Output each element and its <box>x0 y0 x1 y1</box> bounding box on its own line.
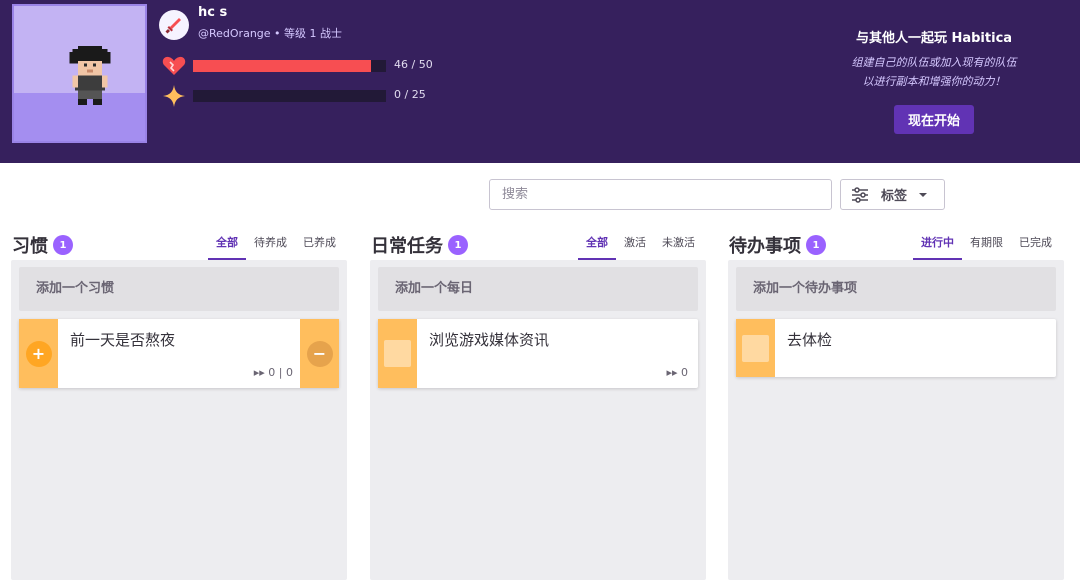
avatar-sprite <box>69 46 111 106</box>
tab-habits-weak[interactable]: 待养成 <box>246 235 295 260</box>
minus-icon[interactable]: − <box>306 340 333 367</box>
user-level-class: 等级 1 战士 <box>284 27 343 40</box>
tab-todos-active[interactable]: 进行中 <box>913 235 962 260</box>
dailies-filter-tabs: 全部 激活 未激活 <box>578 235 703 260</box>
add-habit-input[interactable]: 添加一个习惯 <box>19 267 339 311</box>
todos-title: 待办事项 1 <box>729 232 826 258</box>
experience-text: 0 / 25 <box>394 88 426 101</box>
sword-icon <box>159 10 189 40</box>
health-bar-fill <box>193 60 371 72</box>
column-title-text: 习惯 <box>12 236 48 257</box>
add-daily-input[interactable]: 添加一个每日 <box>378 267 698 311</box>
plus-icon[interactable]: + <box>25 340 52 367</box>
habit-counter: ▸▸ 0 | 0 <box>254 366 293 379</box>
daily-streak: ▸▸ 0 <box>666 366 688 379</box>
tab-todos-completed[interactable]: 已完成 <box>1011 235 1060 260</box>
tags-dropdown-button[interactable]: 标签 <box>840 179 945 210</box>
todo-checkbox-side[interactable] <box>736 319 775 377</box>
todo-text[interactable]: 去体检 <box>787 329 832 350</box>
health-text: 46 / 50 <box>394 58 433 71</box>
dailies-title: 日常任务 1 <box>371 232 468 258</box>
heart-icon <box>162 55 186 77</box>
todos-count-badge: 1 <box>806 235 826 255</box>
tab-habits-all[interactable]: 全部 <box>208 235 246 260</box>
tags-label: 标签 <box>881 189 908 204</box>
party-description-line: 以进行副本和增强你的动力！ <box>862 75 1006 88</box>
todos-column: 添加一个待办事项 去体检 <box>728 260 1064 580</box>
habit-minus-side[interactable]: − <box>300 319 339 388</box>
user-handle: @RedOrange <box>198 27 271 40</box>
filter-sliders-icon <box>852 186 868 203</box>
subline-separator: • <box>274 27 281 40</box>
health-bar <box>193 60 386 72</box>
chevron-down-icon <box>919 192 928 197</box>
tab-todos-scheduled[interactable]: 有期限 <box>962 235 1011 260</box>
user-subline: @RedOrange • 等级 1 战士 <box>198 25 342 41</box>
daily-text[interactable]: 浏览游戏媒体资讯 <box>429 329 549 350</box>
party-description: 组建自己的队伍或加入现有的队伍 以进行副本和增强你的动力！ <box>834 53 1034 91</box>
column-title-text: 日常任务 <box>371 236 443 257</box>
todo-card[interactable]: 去体检 <box>736 319 1056 377</box>
dailies-count-badge: 1 <box>448 235 468 255</box>
avatar[interactable] <box>12 4 147 143</box>
add-todo-input[interactable]: 添加一个待办事项 <box>736 267 1056 311</box>
habits-column: 添加一个习惯 + 前一天是否熬夜 ▸▸ 0 | 0 − <box>11 260 347 580</box>
todos-filter-tabs: 进行中 有期限 已完成 <box>913 235 1060 260</box>
habits-count-badge: 1 <box>53 235 73 255</box>
party-description-line: 组建自己的队伍或加入现有的队伍 <box>851 56 1017 69</box>
tab-habits-strong[interactable]: 已养成 <box>295 235 344 260</box>
fast-forward-icon: ▸▸ <box>666 366 678 379</box>
daily-streak-text: 0 <box>681 366 688 379</box>
habits-filter-tabs: 全部 待养成 已养成 <box>208 235 344 260</box>
habit-card[interactable]: + 前一天是否熬夜 ▸▸ 0 | 0 − <box>19 319 339 388</box>
todo-checkbox[interactable] <box>742 334 769 362</box>
start-party-button[interactable]: 现在开始 <box>894 105 974 134</box>
dailies-column: 添加一个每日 浏览游戏媒体资讯 ▸▸ 0 <box>370 260 706 580</box>
tab-dailies-due[interactable]: 激活 <box>616 235 654 260</box>
habit-text[interactable]: 前一天是否熬夜 <box>70 329 175 350</box>
daily-checkbox[interactable] <box>384 340 411 367</box>
habit-plus-side[interactable]: + <box>19 319 58 388</box>
username: hc s <box>198 5 228 20</box>
daily-checkbox-side[interactable] <box>378 319 417 388</box>
daily-card[interactable]: 浏览游戏媒体资讯 ▸▸ 0 <box>378 319 698 388</box>
search-input[interactable] <box>489 179 832 210</box>
habits-title: 习惯 1 <box>12 232 73 258</box>
habit-counter-text: 0 | 0 <box>268 366 293 379</box>
tab-dailies-all[interactable]: 全部 <box>578 235 616 260</box>
experience-bar <box>193 90 386 102</box>
column-title-text: 待办事项 <box>729 236 801 257</box>
tab-dailies-not-due[interactable]: 未激活 <box>654 235 703 260</box>
user-header: hc s @RedOrange • 等级 1 战士 46 / 50 0 / 25… <box>0 0 1080 163</box>
star-icon <box>162 84 186 107</box>
party-title: 与其他人一起玩 Habitica <box>855 31 1013 46</box>
fast-forward-icon: ▸▸ <box>253 366 265 379</box>
